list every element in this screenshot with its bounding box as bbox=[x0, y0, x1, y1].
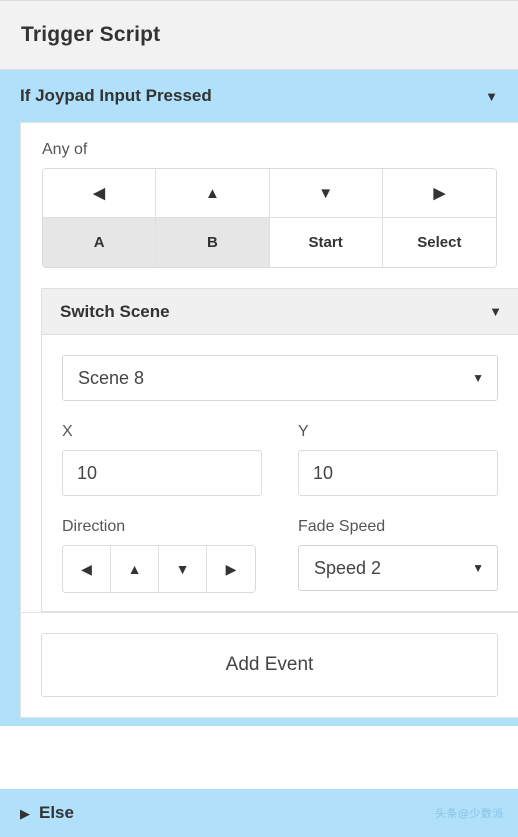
fade-speed-label: Fade Speed bbox=[298, 518, 498, 536]
trigger-branch-label: If Joypad Input Pressed bbox=[20, 86, 485, 106]
arrow-right-icon: ▶ bbox=[434, 186, 446, 201]
fade-speed-value: Speed 2 bbox=[314, 558, 381, 579]
add-event-section: Add Event bbox=[21, 612, 518, 717]
event-card-title: Switch Scene bbox=[60, 302, 489, 322]
arrow-left-icon: ◀ bbox=[93, 186, 105, 201]
y-field-group: Y 10 bbox=[298, 423, 498, 496]
arrow-left-icon: ◀ bbox=[81, 561, 92, 578]
direction-label: Direction bbox=[62, 518, 262, 536]
joypad-button-b-label: B bbox=[207, 235, 218, 250]
x-field-group: X 10 bbox=[62, 423, 262, 496]
else-branch-label: Else bbox=[39, 803, 435, 823]
event-card-switch-scene: Switch Scene ▼ Scene 8 ▼ X 10 bbox=[41, 288, 518, 612]
y-input-value: 10 bbox=[313, 463, 333, 484]
arrow-up-icon: ▲ bbox=[205, 186, 220, 201]
y-label: Y bbox=[298, 423, 498, 441]
trigger-branch-header[interactable]: If Joypad Input Pressed ▼ bbox=[0, 70, 518, 122]
trigger-script-panel: Trigger Script If Joypad Input Pressed ▼… bbox=[0, 0, 518, 837]
event-card-body: Scene 8 ▼ X 10 Y 10 bbox=[42, 335, 518, 611]
joypad-button-down[interactable]: ▼ bbox=[270, 169, 383, 218]
x-input-value: 10 bbox=[77, 463, 97, 484]
arrow-down-icon: ▼ bbox=[318, 186, 333, 201]
joypad-button-grid: ◀ ▲ ▼ ▶ A B bbox=[42, 168, 497, 268]
scene-select[interactable]: Scene 8 ▼ bbox=[62, 355, 498, 401]
fade-speed-group: Fade Speed Speed 2 ▼ bbox=[298, 518, 498, 593]
trigger-branch-body: Any of ◀ ▲ ▼ ▶ A bbox=[20, 122, 518, 718]
arrow-down-icon: ▼ bbox=[176, 561, 190, 577]
chevron-down-icon[interactable]: ▼ bbox=[485, 90, 498, 103]
direction-button-right[interactable]: ▶ bbox=[207, 546, 255, 592]
joypad-button-select[interactable]: Select bbox=[383, 218, 496, 267]
joypad-button-left[interactable]: ◀ bbox=[43, 169, 156, 218]
add-event-button-label: Add Event bbox=[226, 654, 314, 676]
event-card-header[interactable]: Switch Scene ▼ bbox=[42, 289, 518, 335]
direction-group: Direction ◀ ▲ ▼ bbox=[62, 518, 262, 593]
trigger-branch: If Joypad Input Pressed ▼ Any of ◀ ▲ ▼ bbox=[0, 70, 518, 726]
joypad-button-b[interactable]: B bbox=[156, 218, 269, 267]
chevron-down-icon: ▼ bbox=[472, 372, 484, 384]
direction-fade-row: Direction ◀ ▲ ▼ bbox=[62, 518, 498, 593]
joypad-button-a-label: A bbox=[94, 235, 105, 250]
joypad-button-up[interactable]: ▲ bbox=[156, 169, 269, 218]
direction-button-up[interactable]: ▲ bbox=[111, 546, 159, 592]
fade-speed-select[interactable]: Speed 2 ▼ bbox=[298, 545, 498, 591]
x-label: X bbox=[62, 423, 262, 441]
joypad-button-select-label: Select bbox=[417, 235, 461, 250]
arrow-up-icon: ▲ bbox=[128, 561, 142, 577]
chevron-down-icon: ▼ bbox=[472, 562, 484, 574]
joypad-button-start[interactable]: Start bbox=[270, 218, 383, 267]
any-of-label: Any of bbox=[42, 141, 497, 159]
add-event-button[interactable]: Add Event bbox=[41, 633, 498, 697]
joypad-button-a[interactable]: A bbox=[43, 218, 156, 267]
any-of-section: Any of ◀ ▲ ▼ ▶ A bbox=[21, 123, 518, 286]
coordinates-row: X 10 Y 10 bbox=[62, 423, 498, 496]
joypad-button-start-label: Start bbox=[309, 235, 343, 250]
arrow-right-icon: ▶ bbox=[226, 561, 237, 578]
direction-button-down[interactable]: ▼ bbox=[159, 546, 207, 592]
chevron-right-icon[interactable]: ▶ bbox=[20, 807, 30, 820]
page-title: Trigger Script bbox=[21, 23, 160, 47]
joypad-button-right[interactable]: ▶ bbox=[383, 169, 496, 218]
x-input[interactable]: 10 bbox=[62, 450, 262, 496]
titlebar: Trigger Script bbox=[0, 0, 518, 70]
chevron-down-icon[interactable]: ▼ bbox=[489, 305, 502, 318]
watermark: 头条@少数派 bbox=[435, 805, 504, 821]
direction-button-left[interactable]: ◀ bbox=[63, 546, 111, 592]
direction-button-group: ◀ ▲ ▼ ▶ bbox=[62, 545, 256, 593]
branch-spacer bbox=[20, 718, 518, 726]
y-input[interactable]: 10 bbox=[298, 450, 498, 496]
scene-select-value: Scene 8 bbox=[78, 368, 144, 389]
else-branch-header[interactable]: ▶ Else 头条@少数派 bbox=[0, 789, 518, 837]
